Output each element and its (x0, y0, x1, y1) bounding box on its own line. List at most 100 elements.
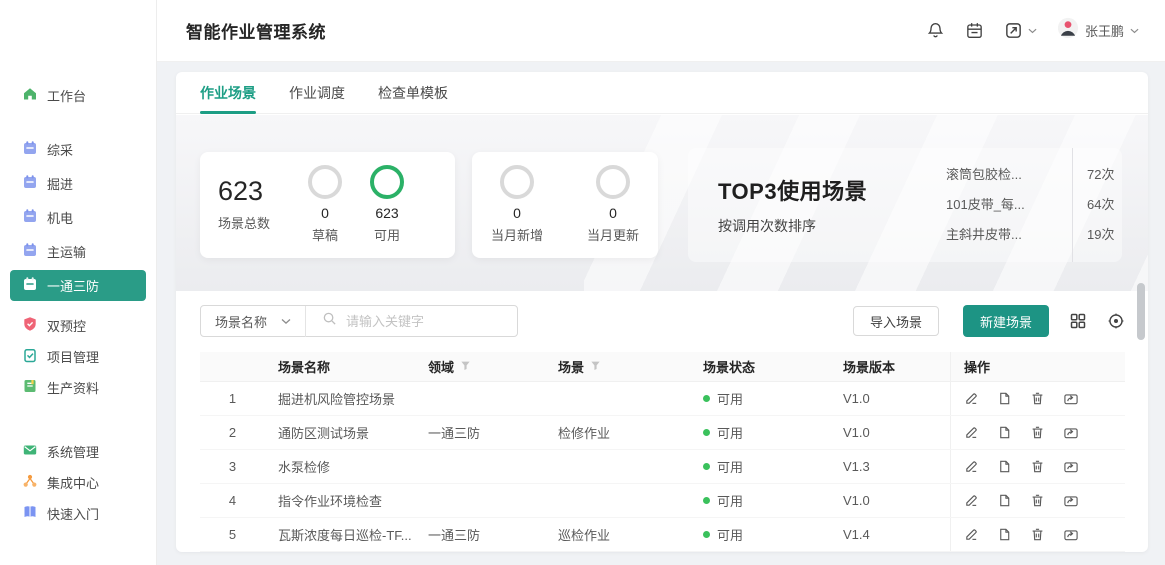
scene-name-cell: 水泵检修 (265, 457, 415, 476)
sidebar-item-label: 掘进 (47, 174, 73, 193)
sidebar-item-kuaisurumen[interactable]: 快速入门 (10, 498, 146, 529)
share-icon[interactable] (1063, 425, 1079, 440)
search-icon (322, 311, 337, 331)
search-box (306, 311, 517, 331)
sidebar-item-yitongsanfang[interactable]: 一通三防 (10, 270, 146, 301)
draft-value: 0 (294, 205, 356, 221)
scene-cell: 检修作业 (545, 423, 690, 442)
row-index: 3 (200, 459, 265, 474)
sidebar-item-shuangyukong[interactable]: 双预控 (10, 310, 146, 341)
sidebar-item-jichengzhongxin[interactable]: 集成中心 (10, 467, 146, 498)
create-scene-button[interactable]: 新建场景 (963, 305, 1049, 337)
sidebar-item-zongcai[interactable]: 综采 (10, 134, 146, 165)
status-label: 可用 (717, 389, 743, 408)
tab-label: 检查单模板 (378, 83, 448, 103)
actions-cell (950, 416, 1125, 449)
top3-panel: TOP3使用场景 按调用次数排序 滚筒包胶检... 101皮带_每... 主斜井… (688, 148, 1122, 262)
share-nodes-icon (22, 473, 38, 492)
delete-icon[interactable] (1030, 391, 1045, 406)
copy-icon[interactable] (997, 493, 1012, 508)
top3-heading: TOP3使用场景 按调用次数排序 (688, 148, 946, 262)
calendar-icon (22, 242, 38, 261)
tab-label: 作业场景 (200, 83, 256, 103)
col-domain-label: 领域 (428, 357, 454, 376)
share-icon[interactable] (1063, 493, 1079, 508)
col-name: 场景名称 (265, 357, 415, 376)
row-index: 5 (200, 527, 265, 542)
tab-jianchadan-muban[interactable]: 检查单模板 (378, 72, 448, 114)
edit-icon[interactable] (964, 493, 979, 508)
edit-icon[interactable] (964, 459, 979, 474)
bell-icon[interactable] (926, 21, 945, 40)
table-row: 1 掘进机风险管控场景 可用 V1.0 (200, 382, 1125, 416)
tab-zuoye-changjing[interactable]: 作业场景 (200, 72, 256, 114)
delete-icon[interactable] (1030, 527, 1045, 542)
top3-name-list: 滚筒包胶检... 101皮带_每... 主斜井皮带... (946, 148, 1058, 262)
avatar (1057, 17, 1079, 44)
home-icon (22, 86, 38, 105)
row-index: 1 (200, 391, 265, 406)
sidebar-item-label: 机电 (47, 208, 73, 227)
month-new-ring (500, 165, 534, 199)
grid-view-icon[interactable] (1069, 312, 1087, 330)
copy-icon[interactable] (997, 459, 1012, 474)
status-dot (703, 395, 710, 402)
filter-field-select[interactable]: 场景名称 (201, 312, 305, 331)
chevron-down-icon (1130, 28, 1139, 34)
sidebar-item-zhuyunshu[interactable]: 主运输 (10, 236, 146, 267)
calendar-icon (22, 276, 38, 295)
table-header: 场景名称 领域 场景 场景状态 场景版本 操作 (200, 352, 1125, 382)
user-name: 张王鹏 (1085, 21, 1124, 40)
share-icon[interactable] (1063, 527, 1079, 542)
version-cell: V1.3 (830, 459, 950, 474)
sidebar-item-shengchanziliao[interactable]: 生产资料 (10, 372, 146, 403)
sidebar-item-juejin[interactable]: 掘进 (10, 168, 146, 199)
month-new-value: 0 (486, 205, 548, 221)
top3-subtitle: 按调用次数排序 (718, 216, 946, 236)
shield-icon (22, 316, 38, 335)
sidebar-item-xitongguanli[interactable]: 系统管理 (10, 436, 146, 467)
col-status: 场景状态 (690, 357, 830, 376)
user-menu[interactable]: 张王鹏 (1057, 17, 1139, 44)
share-icon[interactable] (1063, 391, 1079, 406)
delete-icon[interactable] (1030, 459, 1045, 474)
scene-table: 场景名称 领域 场景 场景状态 场景版本 操作 1 掘进机风险管控场景 (200, 352, 1125, 552)
calendar-icon (22, 140, 38, 159)
chevron-down-icon (281, 318, 291, 325)
sidebar-item-workbench[interactable]: 工作台 (10, 80, 146, 111)
share-icon[interactable] (1063, 459, 1079, 474)
filter-funnel-icon[interactable] (590, 359, 601, 374)
filter-funnel-icon[interactable] (460, 359, 471, 374)
copy-icon[interactable] (997, 425, 1012, 440)
app-switch-icon[interactable] (1004, 21, 1037, 40)
import-scene-button[interactable]: 导入场景 (853, 306, 939, 336)
settings-icon[interactable] (1107, 312, 1125, 330)
scrollbar-thumb[interactable] (1137, 283, 1145, 340)
edit-icon[interactable] (964, 425, 979, 440)
total-label: 场景总数 (218, 213, 294, 232)
sidebar-item-xiangmuguanli[interactable]: 项目管理 (10, 341, 146, 372)
month-update-ring (596, 165, 630, 199)
calendar-icon[interactable] (965, 21, 984, 40)
sidebar-item-jidian[interactable]: 机电 (10, 202, 146, 233)
copy-icon[interactable] (997, 391, 1012, 406)
domain-cell: 一通三防 (415, 423, 545, 442)
delete-icon[interactable] (1030, 493, 1045, 508)
tab-zuoye-diaodu[interactable]: 作业调度 (289, 72, 345, 114)
copy-icon[interactable] (997, 527, 1012, 542)
col-scene-label: 场景 (558, 357, 584, 376)
draft-ring (308, 165, 342, 199)
delete-icon[interactable] (1030, 425, 1045, 440)
search-input[interactable] (346, 314, 506, 329)
table-row: 4 指令作业环境检查 可用 V1.0 (200, 484, 1125, 518)
row-index: 2 (200, 425, 265, 440)
tab-bar: 作业场景 作业调度 检查单模板 (176, 72, 1148, 114)
top3-item-count: 19次 (1087, 220, 1114, 250)
edit-icon[interactable] (964, 527, 979, 542)
content-area: 作业场景 作业调度 检查单模板 623 场景总数 0 草稿 623 可用 (157, 63, 1165, 565)
header-actions: 张王鹏 (926, 17, 1139, 44)
col-domain: 领域 (415, 357, 545, 376)
available-label: 可用 (356, 225, 418, 244)
edit-icon[interactable] (964, 391, 979, 406)
status-dot (703, 497, 710, 504)
